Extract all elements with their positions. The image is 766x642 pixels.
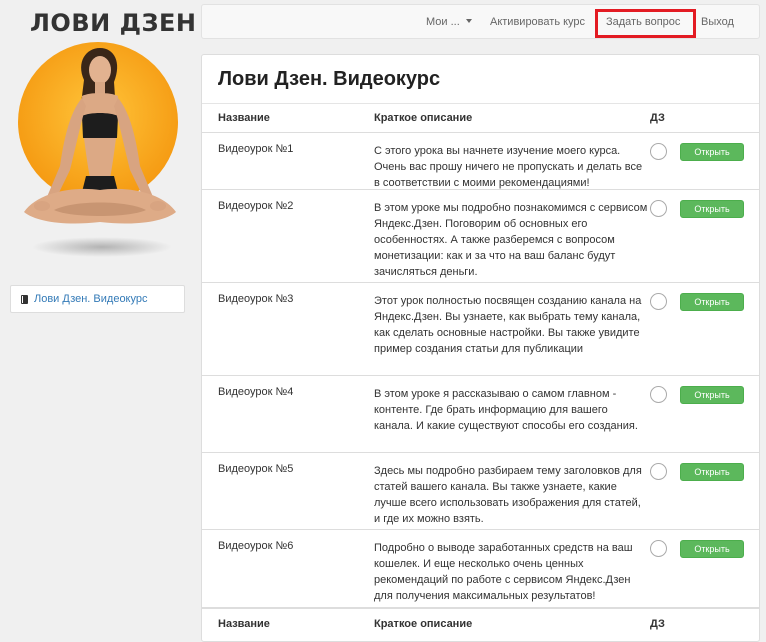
lesson-name: Видеоурок №4 xyxy=(218,386,294,398)
open-button[interactable]: Открыть xyxy=(680,200,744,218)
table-row: Видеоурок №5 Здесь мы подробно разбираем… xyxy=(202,452,759,529)
site-logo: ЛОВИ ДЗЕН xyxy=(30,9,197,37)
table-footer-row: Название Краткое описание ДЗ xyxy=(202,607,759,637)
lesson-name: Видеоурок №3 xyxy=(218,293,294,305)
open-button[interactable]: Открыть xyxy=(680,540,744,558)
lesson-description: Этот урок полностью посвящен созданию ка… xyxy=(374,295,642,355)
lesson-description: В этом уроке я рассказываю о самом главн… xyxy=(374,388,638,432)
header-name: Название xyxy=(218,112,270,124)
lesson-description: Подробно о выводе заработанных средств н… xyxy=(374,542,633,602)
lesson-description: В этом уроке мы подробно познакомимся с … xyxy=(374,202,648,278)
lesson-description: С этого урока вы начнете изучение моего … xyxy=(374,145,643,189)
table-header-row: Название Краткое описание ДЗ xyxy=(202,104,759,133)
lessons-table: Название Краткое описание ДЗ Видеоурок №… xyxy=(202,104,759,637)
activate-course-link[interactable]: Активировать курс xyxy=(490,16,585,28)
footer-description: Краткое описание xyxy=(374,618,473,630)
floor-shadow xyxy=(32,237,172,257)
open-button[interactable]: Открыть xyxy=(680,386,744,404)
header-description: Краткое описание xyxy=(374,112,473,124)
header-homework: ДЗ xyxy=(650,112,665,124)
open-button[interactable]: Открыть xyxy=(680,143,744,161)
lesson-name: Видеоурок №5 xyxy=(218,463,294,475)
sidebar-item-course[interactable]: Лови Дзен. Видеокурс xyxy=(10,285,185,313)
open-button[interactable]: Открыть xyxy=(680,463,744,481)
logout-link[interactable]: Выход xyxy=(701,16,734,28)
sidebar-item-label[interactable]: Лови Дзен. Видеокурс xyxy=(34,293,148,305)
my-menu-label: Мои ... xyxy=(426,16,460,28)
top-navbar: Мои ... Активировать курс Задать вопрос … xyxy=(201,4,760,39)
lesson-name: Видеоурок №2 xyxy=(218,200,294,212)
table-row: Видеоурок №3 Этот урок полностью посвяще… xyxy=(202,282,759,375)
table-row: Видеоурок №1 С этого урока вы начнете из… xyxy=(202,133,759,189)
footer-name: Название xyxy=(218,618,270,630)
lesson-name: Видеоурок №1 xyxy=(218,143,294,155)
homework-radio[interactable] xyxy=(650,463,667,480)
table-row: Видеоурок №6 Подробно о выводе заработан… xyxy=(202,529,759,607)
caret-down-icon xyxy=(465,19,472,23)
open-button[interactable]: Открыть xyxy=(680,293,744,311)
homework-radio[interactable] xyxy=(650,143,667,160)
homework-radio[interactable] xyxy=(650,200,667,217)
homework-radio[interactable] xyxy=(650,540,667,557)
table-row: Видеоурок №2 В этом уроке мы подробно по… xyxy=(202,189,759,282)
highlight-box xyxy=(595,9,696,38)
meditation-hero-image xyxy=(18,42,178,257)
lesson-name: Видеоурок №6 xyxy=(218,540,294,552)
table-row: Видеоурок №4 В этом уроке я рассказываю … xyxy=(202,375,759,452)
my-menu-dropdown[interactable]: Мои ... xyxy=(426,16,472,28)
book-icon xyxy=(21,294,28,304)
homework-radio[interactable] xyxy=(650,293,667,310)
panel-title: Лови Дзен. Видеокурс xyxy=(218,68,441,90)
footer-homework: ДЗ xyxy=(650,618,665,630)
course-panel: Лови Дзен. Видеокурс Название Краткое оп… xyxy=(201,54,760,642)
lesson-description: Здесь мы подробно разбираем тему заголов… xyxy=(374,465,642,525)
homework-radio[interactable] xyxy=(650,386,667,403)
